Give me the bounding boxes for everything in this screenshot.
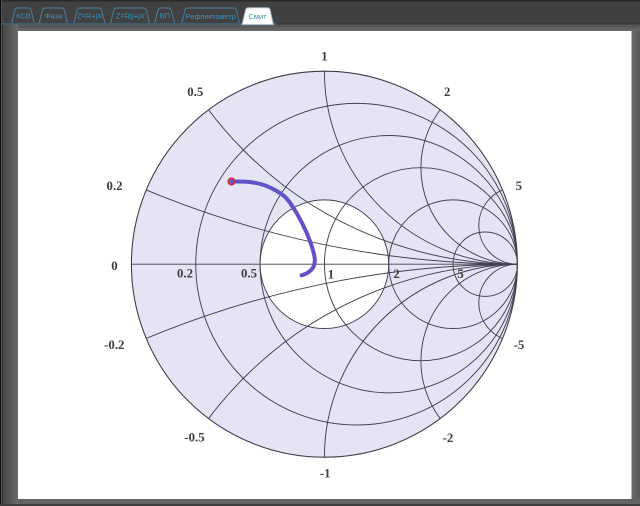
svg-text:0.2: 0.2 — [107, 179, 123, 193]
svg-text:ВП: ВП — [160, 12, 170, 21]
svg-text:0.2: 0.2 — [177, 266, 193, 280]
svg-text:0: 0 — [111, 259, 117, 273]
svg-text:КСВ: КСВ — [16, 12, 31, 21]
svg-text:1: 1 — [321, 50, 327, 64]
svg-text:5: 5 — [457, 267, 463, 281]
svg-text:2: 2 — [444, 85, 450, 99]
svg-text:-5: -5 — [514, 338, 525, 352]
svg-text:Смит: Смит — [249, 12, 268, 21]
svg-text:Рефлектометр: Рефлектометр — [186, 12, 236, 21]
svg-text:Фаза: Фаза — [45, 12, 63, 21]
svg-text:-1: -1 — [320, 467, 331, 481]
svg-text:0.5: 0.5 — [187, 85, 203, 99]
svg-text:5: 5 — [516, 179, 522, 193]
svg-text:Z=R+jX: Z=R+jX — [77, 12, 102, 21]
svg-text:Z=R||+jX: Z=R||+jX — [116, 12, 145, 21]
svg-text:-2: -2 — [443, 431, 454, 445]
svg-text:-0.5: -0.5 — [184, 431, 204, 445]
svg-text:1: 1 — [328, 267, 334, 281]
svg-text:0.5: 0.5 — [241, 266, 257, 280]
svg-text:2: 2 — [393, 267, 399, 281]
svg-text:-0.2: -0.2 — [104, 338, 124, 352]
